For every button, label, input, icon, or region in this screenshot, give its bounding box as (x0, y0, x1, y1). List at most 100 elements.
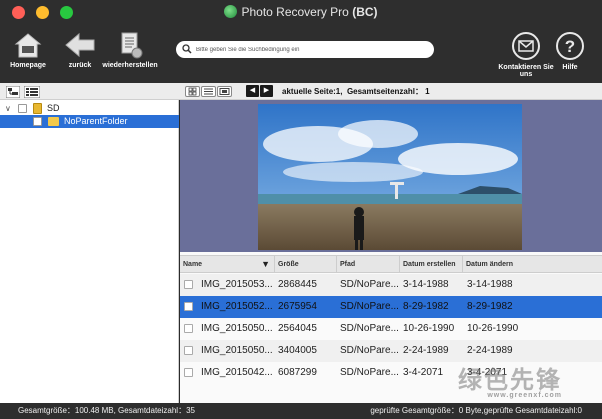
row-modified: 3-14-1988 (467, 279, 513, 290)
help-button[interactable]: ? Hilfe (553, 31, 587, 71)
table-row[interactable]: IMG_2015050... 3404005 SD/NoPare... 2-24… (180, 340, 602, 362)
watermark-text: 绿色先锋 (458, 367, 562, 394)
beach-photo-image (258, 104, 522, 250)
column-header-created[interactable]: Datum erstellen (400, 256, 463, 273)
home-button-label: Homepage (10, 62, 46, 69)
help-icon: ? (556, 32, 584, 60)
total-pages-label: Gesamtseitenzahl： 1 (346, 87, 430, 96)
row-created: 8-29-1982 (403, 301, 449, 312)
row-name: IMG_2015050... (201, 345, 273, 356)
row-modified: 2-24-1989 (467, 345, 513, 356)
row-modified: 10-26-1990 (467, 323, 519, 334)
table-row[interactable]: IMG_2015053... 2868445 SD/NoPare... 3-14… (180, 274, 602, 296)
pagination-info: aktuelle Seite:1, Gesamtseitenzahl： 1 (282, 86, 430, 97)
sd-card-icon (33, 103, 42, 114)
grid-icon (188, 87, 197, 96)
contact-button[interactable]: Kontaktieren Sie uns (498, 31, 554, 78)
app-logo-icon (224, 5, 238, 18)
column-header-size-label: Größe (278, 261, 299, 268)
row-size: 2564045 (278, 323, 317, 334)
view-bar: ◀ ▶ aktuelle Seite:1, Gesamtseitenzahl： … (0, 83, 602, 100)
row-size: 6087299 (278, 367, 317, 378)
column-header-path[interactable]: Pfad (337, 256, 400, 273)
back-arrow-icon (65, 32, 95, 58)
row-name: IMG_2015042... (201, 367, 273, 378)
list-view-icon[interactable] (24, 86, 40, 98)
left-arrow-icon: ◀ (249, 87, 256, 94)
status-total: Gesamtgröße：100.48 MB, Gesamtdateizahl：3… (18, 406, 195, 415)
search-bar (176, 41, 434, 58)
tree-item-noparentfolder[interactable]: NoParentFolder (0, 115, 179, 128)
tree-checkbox-noparentfolder[interactable] (33, 117, 42, 126)
restore-button[interactable]: wiederherstellen (102, 31, 158, 69)
row-checkbox[interactable] (184, 280, 193, 289)
image-preview-pane (180, 100, 602, 252)
row-path: SD/NoPare... (340, 279, 398, 290)
contact-button-label-1: Kontaktieren Sie (498, 64, 554, 71)
row-checkbox[interactable] (184, 302, 193, 311)
row-path: SD/NoPare... (340, 301, 398, 312)
row-checkbox[interactable] (184, 368, 193, 377)
title-bar: Photo Recovery Pro (BC) (0, 0, 602, 25)
right-arrow-icon: ▶ (263, 87, 270, 94)
restore-document-icon (121, 32, 143, 59)
row-created: 3-4-2071 (403, 367, 444, 378)
folder-tree: ∨ SD NoParentFolder (0, 100, 179, 403)
column-header-created-label: Datum erstellen (403, 261, 456, 268)
search-icon (182, 44, 192, 54)
site-watermark: 绿色先锋 www.greenxf.com (458, 360, 562, 399)
status-bar: Gesamtgröße：100.48 MB, Gesamtdateizahl：3… (0, 403, 602, 419)
contact-button-label-2: uns (519, 71, 533, 78)
row-checkbox[interactable] (184, 346, 193, 355)
tree-view-icon[interactable] (6, 86, 20, 98)
row-created: 2-24-1989 (403, 345, 449, 356)
thumbnail-view-button[interactable] (185, 86, 200, 97)
main-toolbar: Homepage zurück wiederherstellen Bitte g… (0, 25, 602, 83)
help-button-label: Hilfe (562, 64, 578, 71)
column-header-name[interactable]: Name ▼ (180, 256, 275, 273)
back-button[interactable]: zurück (62, 31, 98, 69)
row-path: SD/NoPare... (340, 323, 398, 334)
restore-button-label: wiederherstellen (102, 62, 158, 69)
window-title-text: Photo Recovery Pro (241, 5, 349, 19)
column-header-name-label: Name (183, 261, 203, 268)
home-button[interactable]: Homepage (10, 31, 46, 69)
expand-chevron-icon[interactable]: ∨ (5, 102, 11, 115)
search-input[interactable] (196, 43, 426, 56)
preview-icon (219, 88, 230, 95)
svg-text:?: ? (565, 37, 575, 56)
current-page-label: aktuelle Seite:1, (282, 87, 343, 96)
row-name: IMG_2015052... (201, 301, 273, 312)
row-name: IMG_2015053... (201, 279, 273, 290)
home-icon (14, 33, 42, 58)
column-header-modified-label: Datum ändern (466, 261, 514, 268)
row-size: 3404005 (278, 345, 317, 356)
next-page-button[interactable]: ▶ (260, 85, 273, 97)
back-button-label: zurück (68, 62, 92, 69)
row-checkbox[interactable] (184, 324, 193, 333)
window-title: Photo Recovery Pro (BC) (0, 5, 602, 19)
row-size: 2675954 (278, 301, 317, 312)
status-checked: geprüfte Gesamtgröße：0 Byte,geprüfte Ges… (370, 406, 582, 415)
column-header-size[interactable]: Größe (275, 256, 337, 273)
table-row-selected[interactable]: IMG_2015052... 2675954 SD/NoPare... 8-29… (180, 296, 602, 318)
preview-view-button[interactable] (217, 86, 232, 97)
table-header: Name ▼ Größe Pfad Datum erstellen Datum … (180, 255, 602, 273)
list-icon (204, 88, 213, 95)
row-path: SD/NoPare... (340, 345, 398, 356)
window-title-suffix: (BC) (352, 5, 378, 19)
tree-checkbox-sd[interactable] (18, 104, 27, 113)
row-name: IMG_2015050... (201, 323, 273, 334)
column-header-path-label: Pfad (340, 261, 356, 268)
table-row[interactable]: IMG_2015050... 2564045 SD/NoPare... 10-2… (180, 318, 602, 340)
tree-item-noparentfolder-label: NoParentFolder (64, 116, 128, 126)
column-header-modified[interactable]: Datum ändern (463, 256, 602, 273)
sort-descending-icon: ▼ (261, 259, 270, 269)
details-view-button[interactable] (201, 86, 216, 97)
mail-icon (512, 32, 540, 60)
row-created: 10-26-1990 (403, 323, 455, 334)
tree-item-sd-label: SD (47, 103, 60, 113)
tree-item-sd[interactable]: ∨ SD (0, 102, 179, 115)
previous-page-button[interactable]: ◀ (246, 85, 259, 97)
row-size: 2868445 (278, 279, 317, 290)
